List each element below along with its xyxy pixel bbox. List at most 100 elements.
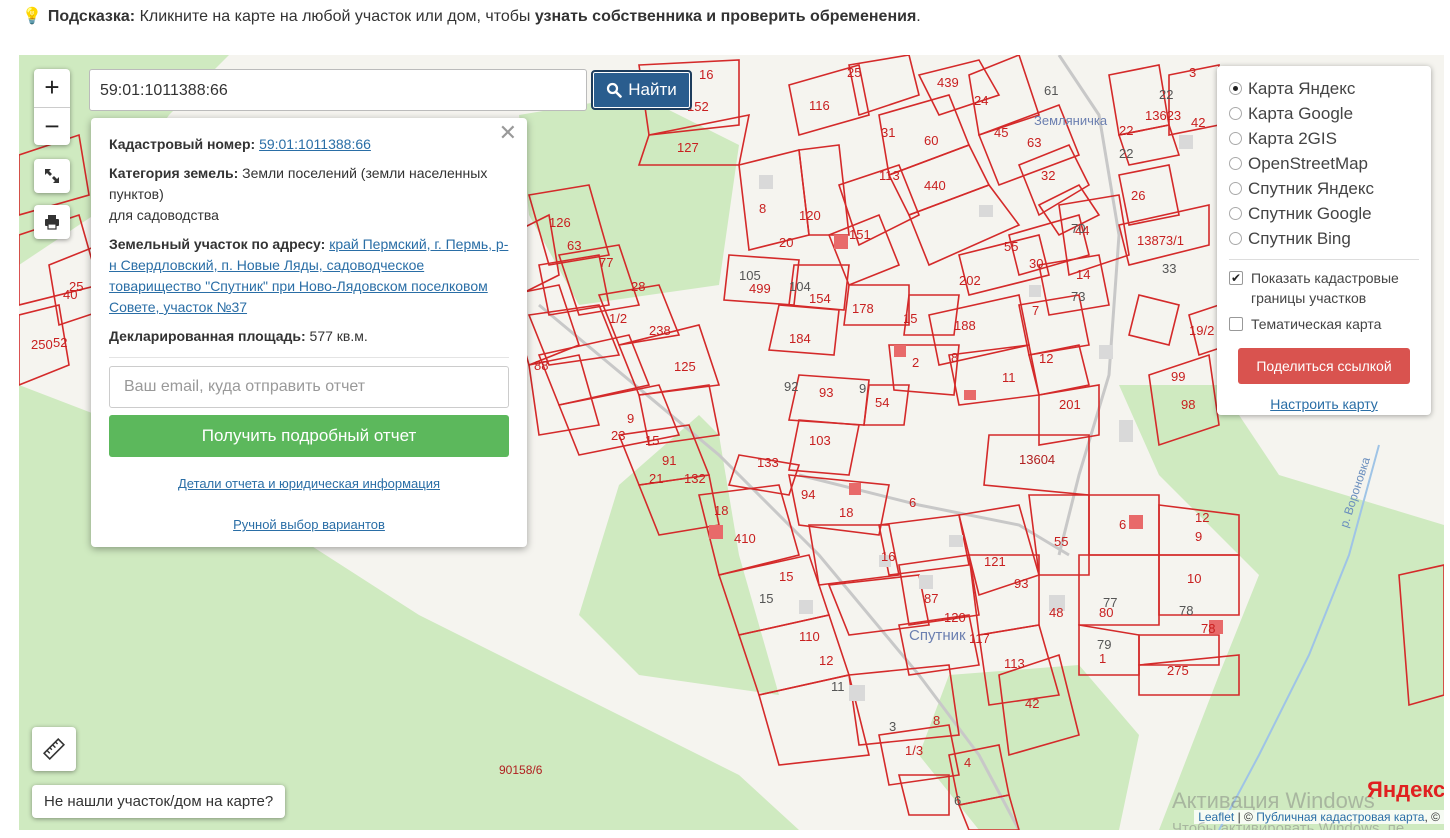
svg-text:4: 4 [964,755,971,770]
svg-text:94: 94 [801,487,815,502]
svg-text:10: 10 [1187,571,1201,586]
svg-text:22: 22 [1119,146,1133,161]
thematic-map-checkbox[interactable]: Тематическая карта [1229,314,1419,334]
layer-option-bing-satellite[interactable]: Спутник Bing [1229,226,1419,251]
svg-text:26: 26 [1131,188,1145,203]
search-icon [607,82,623,98]
get-report-button[interactable]: Получить подробный отчет [109,415,509,457]
radio-2gis-map[interactable] [1229,132,1242,145]
svg-text:73: 73 [1071,289,1085,304]
svg-text:439: 439 [937,75,959,90]
lightbulb-icon: 💡 [22,8,42,25]
cadastral-map[interactable]: 16 152 127 116 25 31 439 24 45 60 113 440 63 32 8 … [19,55,1444,830]
expand-icon [45,169,59,183]
svg-text:78: 78 [1201,621,1215,636]
manual-selection-link[interactable]: Ручной выбор вариантов [109,514,509,535]
email-input[interactable]: Ваш email, куда отправить отчет [109,366,509,408]
svg-text:133: 133 [757,455,779,470]
svg-text:151: 151 [849,227,871,242]
print-button[interactable] [34,205,70,239]
map-label-sputnik: Спутник [909,627,966,644]
cadastral-number-link[interactable]: 59:01:1011388:66 [259,136,371,152]
share-link-button[interactable]: Поделиться ссылкой [1238,348,1410,384]
show-borders-checkbox[interactable]: ✔ Показать кадастровые границы участков [1229,268,1419,308]
svg-text:13623: 13623 [1145,108,1181,123]
svg-text:154: 154 [809,291,831,306]
address-label: Земельный участок по адресу: [109,236,326,252]
layer-option-osm[interactable]: OpenStreetMap [1229,151,1419,176]
layer-option-2gis-map[interactable]: Карта 2GIS [1229,126,1419,151]
close-icon[interactable]: ✕ [499,122,517,144]
svg-text:98: 98 [1181,397,1195,412]
popup-divider [109,357,509,358]
svg-text:18: 18 [839,505,853,520]
svg-text:48: 48 [1049,605,1063,620]
svg-text:132: 132 [684,471,706,486]
ruler-button[interactable] [32,727,76,771]
zoom-in-button[interactable]: + [34,69,70,107]
svg-text:92: 92 [784,379,798,394]
radio-yandex-satellite[interactable] [1229,182,1242,195]
svg-text:126: 126 [549,215,571,230]
svg-text:201: 201 [1059,397,1081,412]
zoom-out-button[interactable]: − [34,107,70,145]
layer-option-yandex-satellite[interactable]: Спутник Яндекс [1229,176,1419,201]
hint-text: Кликните на карте на любой участок или д… [135,8,535,25]
area-value: 577 кв.м. [309,328,368,344]
radio-bing-satellite[interactable] [1229,232,1242,245]
svg-text:32: 32 [1041,168,1055,183]
svg-text:33: 33 [1162,261,1176,276]
printer-icon [45,215,59,230]
svg-text:178: 178 [852,301,874,316]
svg-text:91: 91 [662,453,676,468]
svg-text:120: 120 [944,610,966,625]
fullscreen-button[interactable] [34,159,70,193]
svg-text:12: 12 [1195,510,1209,525]
map-settings-link[interactable]: Настроить карту [1229,396,1419,412]
thematic-map-check-icon[interactable] [1229,317,1243,331]
svg-text:127: 127 [677,140,699,155]
svg-text:42: 42 [1191,115,1205,130]
svg-text:105: 105 [739,268,761,283]
ruler-icon [43,738,65,760]
report-details-link[interactable]: Детали отчета и юридическая информация [109,473,509,494]
radio-google-map[interactable] [1229,107,1242,120]
not-found-button[interactable]: Не нашли участок/дом на карте? [32,785,286,818]
svg-text:125: 125 [674,359,696,374]
layer-option-google-map[interactable]: Карта Google [1229,101,1419,126]
svg-text:52: 52 [53,335,67,350]
svg-text:188: 188 [954,318,976,333]
land-category-row: Категория земель: Земли поселений (земли… [109,163,509,226]
svg-text:23: 23 [611,428,625,443]
svg-text:15: 15 [903,311,917,326]
show-borders-check-icon[interactable]: ✔ [1229,271,1243,285]
svg-text:18: 18 [714,503,728,518]
svg-text:6: 6 [909,495,916,510]
svg-text:30: 30 [1029,256,1043,271]
svg-text:275: 275 [1167,663,1189,678]
svg-text:45: 45 [994,125,1008,140]
svg-text:78: 78 [1179,603,1193,618]
svg-text:9: 9 [1195,529,1202,544]
radio-osm[interactable] [1229,157,1242,170]
svg-text:7: 7 [1032,303,1039,318]
svg-text:55: 55 [1004,239,1018,254]
svg-text:8: 8 [759,201,766,216]
radio-google-satellite[interactable] [1229,207,1242,220]
svg-text:15: 15 [645,433,659,448]
layer-option-yandex-map[interactable]: Карта Яндекс [1229,76,1419,101]
svg-text:28: 28 [631,279,645,294]
svg-text:6: 6 [954,793,961,808]
svg-text:2: 2 [912,355,919,370]
layer-option-google-satellite[interactable]: Спутник Google [1229,201,1419,226]
svg-text:8: 8 [933,713,940,728]
svg-text:113: 113 [1004,656,1025,671]
search-button[interactable]: Найти [591,70,692,110]
cadastral-number-label: Кадастровый номер: [109,136,256,152]
cadastral-search-input[interactable]: 59:01:1011388:66 [89,69,587,111]
svg-text:3: 3 [889,719,896,734]
svg-text:250: 250 [31,337,53,352]
svg-text:1: 1 [1099,651,1106,666]
svg-text:61: 61 [1044,83,1058,98]
radio-yandex-map[interactable] [1229,82,1242,95]
